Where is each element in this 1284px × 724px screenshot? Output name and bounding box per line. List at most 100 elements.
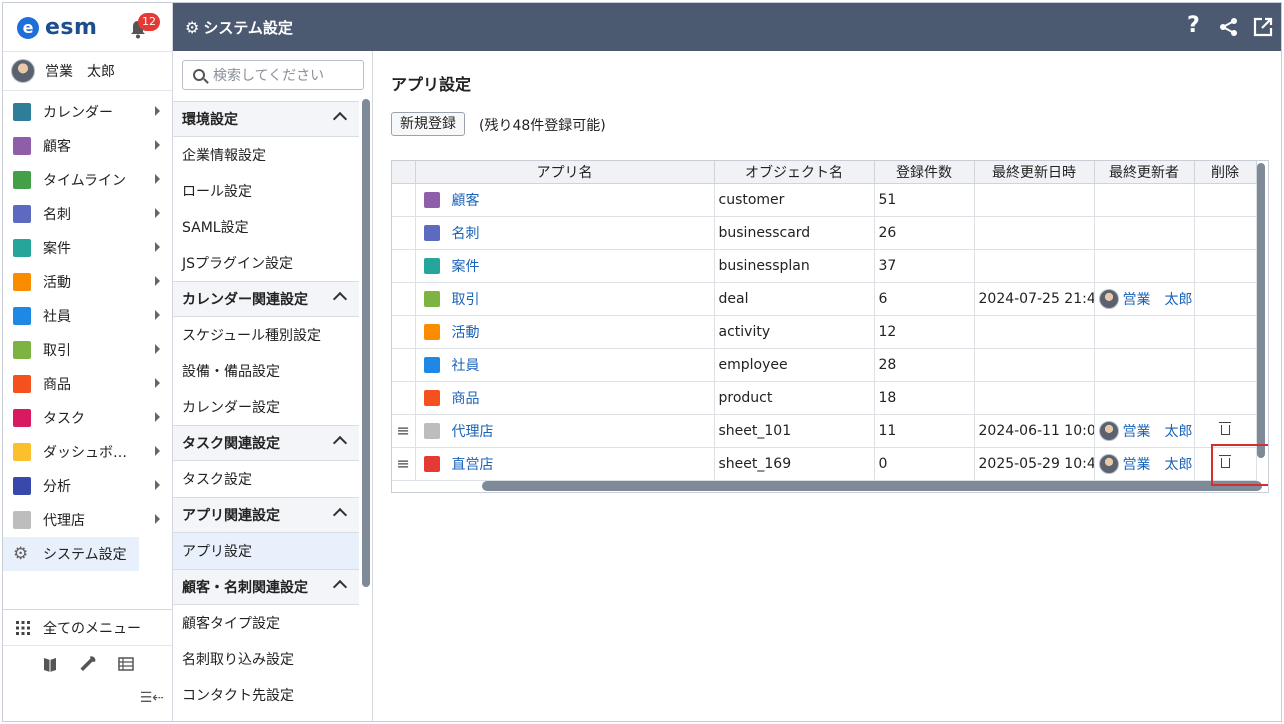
sidebar-bottom: 全てのメニュー ☰⇠ bbox=[3, 609, 172, 706]
settings-section-header[interactable]: 顧客・名刺関連設定 bbox=[173, 569, 359, 605]
folder-icon bbox=[423, 257, 440, 274]
settings-section-header[interactable]: カレンダー関連設定 bbox=[173, 281, 359, 317]
settings-menu-item[interactable]: SAML設定 bbox=[173, 209, 359, 245]
settings-menu-item[interactable]: 企業情報設定 bbox=[173, 137, 359, 173]
all-menu-button[interactable]: 全てのメニュー bbox=[3, 610, 172, 646]
logo-row: e esm 12 bbox=[3, 3, 172, 51]
sidebar-item-label: 取引 bbox=[43, 343, 71, 359]
app-logo[interactable]: e esm bbox=[17, 15, 97, 40]
app-name-cell: 直営店 bbox=[415, 447, 715, 481]
sidebar-item-2[interactable]: タイムライン bbox=[3, 163, 172, 197]
table-row[interactable]: 案件 businessplan 37 bbox=[392, 249, 1257, 283]
chevron-right-icon bbox=[155, 106, 160, 116]
updater-link[interactable]: 営業 太郎 bbox=[1098, 420, 1194, 441]
sidebar-item-9[interactable]: タスク bbox=[3, 401, 172, 435]
table-horizontal-scrollbar[interactable] bbox=[482, 481, 1262, 491]
top-header: ⚙ システム設定 ? bbox=[173, 3, 1281, 51]
sidebar-item-label: ダッシュボ… bbox=[43, 445, 127, 461]
user-profile[interactable]: 営業 太郎 bbox=[3, 51, 172, 91]
settings-menu-item[interactable]: スケジュール種別設定 bbox=[173, 317, 359, 353]
table-row[interactable]: ≡ 直営店 sheet_169 0 2025-05-29 10:49 営業 太郎 bbox=[392, 447, 1257, 481]
sidebar-item-8[interactable]: 商品 bbox=[3, 367, 172, 401]
help-icon[interactable]: ? bbox=[1187, 13, 1200, 38]
table-row[interactable]: ≡ 代理店 sheet_101 11 2024-06-11 10:09 営業 太郎 bbox=[392, 414, 1257, 448]
open-external-icon[interactable] bbox=[1253, 17, 1273, 37]
settings-menu-item[interactable]: アプリ設定 bbox=[173, 533, 359, 569]
column-header-updated[interactable]: 最終更新日時 bbox=[974, 161, 1095, 184]
settings-menu-scrollbar[interactable] bbox=[362, 99, 370, 587]
chevron-right-icon bbox=[155, 242, 160, 252]
handle-cell bbox=[392, 348, 416, 382]
app-name-link[interactable]: 名刺 bbox=[452, 226, 480, 242]
settings-menu-item[interactable]: カレンダー設定 bbox=[173, 389, 359, 425]
settings-search-input[interactable]: 検索してください bbox=[182, 60, 364, 90]
sidebar-item-12[interactable]: 代理店 bbox=[3, 503, 172, 537]
updater-link[interactable]: 営業 太郎 bbox=[1098, 453, 1194, 474]
object-name-cell: businesscard bbox=[714, 216, 875, 250]
drag-handle-icon[interactable]: ≡ bbox=[392, 414, 416, 448]
wrench-icon[interactable] bbox=[79, 656, 96, 672]
updated-cell bbox=[974, 348, 1095, 382]
delete-cell bbox=[1194, 381, 1257, 415]
table-row[interactable]: 名刺 businesscard 26 bbox=[392, 216, 1257, 250]
app-name-link[interactable]: 代理店 bbox=[452, 424, 494, 440]
settings-menu-item[interactable]: 設備・備品設定 bbox=[173, 353, 359, 389]
trash-icon[interactable] bbox=[1218, 421, 1231, 435]
updater-cell: 営業 太郎 bbox=[1094, 447, 1195, 481]
settings-menu-item[interactable]: タスク設定 bbox=[173, 461, 359, 497]
column-header-updater[interactable]: 最終更新者 bbox=[1094, 161, 1195, 184]
sidebar-item-3[interactable]: 名刺 bbox=[3, 197, 172, 231]
app-name-link[interactable]: 取引 bbox=[452, 292, 480, 308]
gear-icon: ⚙ bbox=[185, 18, 200, 37]
sidebar-item-0[interactable]: カレンダー bbox=[3, 95, 172, 129]
settings-menu-item[interactable]: 名刺取り込み設定 bbox=[173, 641, 359, 677]
settings-menu-item[interactable]: 顧客タイプ設定 bbox=[173, 605, 359, 641]
settings-section-header[interactable]: アプリ関連設定 bbox=[173, 497, 359, 533]
app-name-link[interactable]: 顧客 bbox=[452, 193, 480, 209]
updater-link[interactable]: 営業 太郎 bbox=[1098, 288, 1194, 309]
column-header-app-name[interactable]: アプリ名 bbox=[415, 161, 715, 184]
sidebar-item-1[interactable]: 顧客 bbox=[3, 129, 172, 163]
app-name-link[interactable]: 直営店 bbox=[452, 457, 494, 473]
new-register-button[interactable]: 新規登録 bbox=[391, 112, 465, 136]
table-row[interactable]: 社員 employee 28 bbox=[392, 348, 1257, 382]
sidebar-item-5[interactable]: 活動 bbox=[3, 265, 172, 299]
table-row[interactable]: 取引 deal 6 2024-07-25 21:49 営業 太郎 bbox=[392, 282, 1257, 316]
settings-section-header[interactable]: タスク関連設定 bbox=[173, 425, 359, 461]
sidebar-item-7[interactable]: 取引 bbox=[3, 333, 172, 367]
table-row[interactable]: 顧客 customer 51 bbox=[392, 183, 1257, 217]
chevron-right-icon bbox=[155, 140, 160, 150]
table-icon[interactable] bbox=[117, 656, 134, 672]
column-header-object-name[interactable]: オブジェクト名 bbox=[714, 161, 875, 184]
document-icon bbox=[423, 422, 440, 439]
column-header-count[interactable]: 登録件数 bbox=[874, 161, 975, 184]
card-icon bbox=[423, 224, 440, 241]
app-name-link[interactable]: 社員 bbox=[452, 358, 480, 374]
remaining-count: (残り48件登録可能) bbox=[479, 118, 606, 134]
table-row[interactable]: 活動 activity 12 bbox=[392, 315, 1257, 349]
settings-menu-item[interactable]: JSプラグイン設定 bbox=[173, 245, 359, 281]
sidebar-item-6[interactable]: 社員 bbox=[3, 299, 172, 333]
manual-icon[interactable] bbox=[42, 656, 58, 672]
settings-menu-item[interactable]: ロール設定 bbox=[173, 173, 359, 209]
sidebar-item-11[interactable]: 分析 bbox=[3, 469, 172, 503]
sidebar-item-10[interactable]: ダッシュボ… bbox=[3, 435, 172, 469]
collapse-sidebar-icon[interactable]: ☰⇠ bbox=[140, 690, 164, 706]
settings-section-header[interactable]: 環境設定 bbox=[173, 101, 359, 137]
building-icon bbox=[13, 137, 31, 155]
drag-handle-icon[interactable]: ≡ bbox=[392, 447, 416, 481]
app-name-link[interactable]: 活動 bbox=[452, 325, 480, 341]
table-vertical-scrollbar[interactable] bbox=[1257, 163, 1265, 458]
sidebar-item-label: タスク bbox=[43, 411, 85, 427]
table-row[interactable]: 商品 product 18 bbox=[392, 381, 1257, 415]
app-name-link[interactable]: 案件 bbox=[452, 259, 480, 275]
updater-cell: 営業 太郎 bbox=[1094, 414, 1195, 448]
count-cell: 26 bbox=[874, 216, 975, 250]
settings-menu-item[interactable]: コンタクト先設定 bbox=[173, 677, 359, 713]
count-cell: 6 bbox=[874, 282, 975, 316]
notification-badge[interactable]: 12 bbox=[138, 13, 160, 31]
share-icon[interactable] bbox=[1219, 17, 1239, 37]
sidebar-item-4[interactable]: 案件 bbox=[3, 231, 172, 265]
app-name-link[interactable]: 商品 bbox=[452, 391, 480, 407]
sidebar-item-13[interactable]: ⚙ システム設定 bbox=[3, 537, 139, 571]
